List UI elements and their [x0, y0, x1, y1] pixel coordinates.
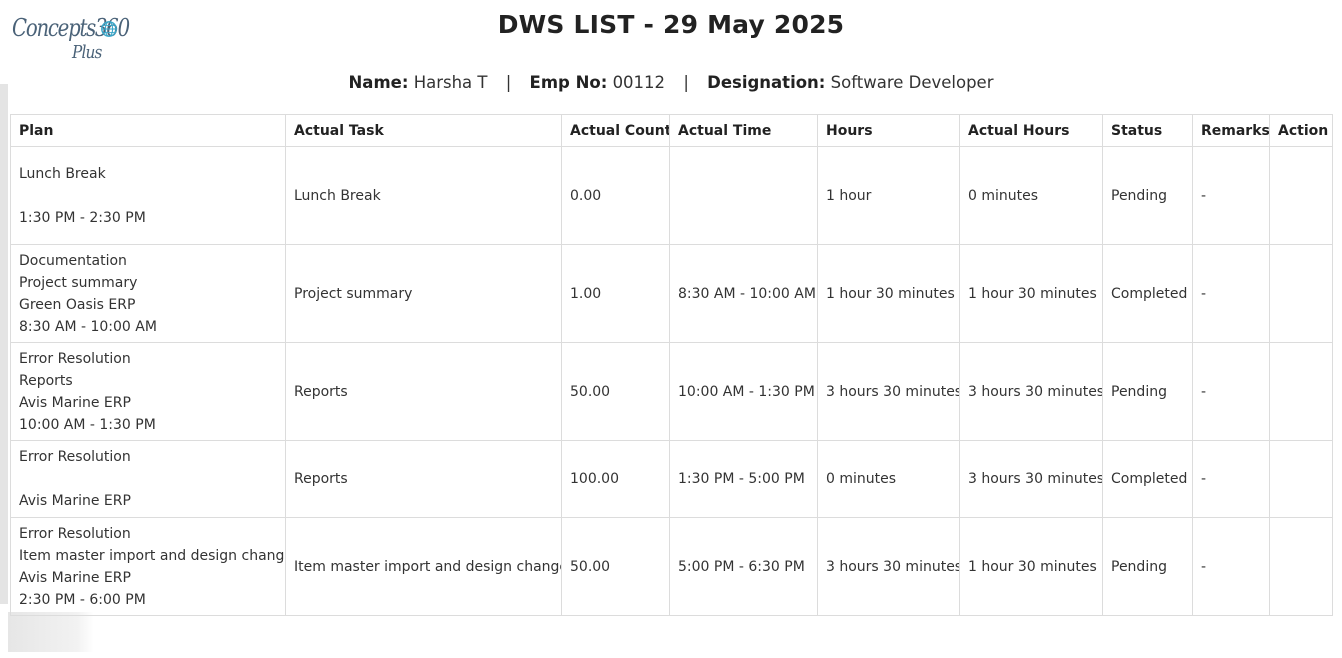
remarks-cell: - [1192, 440, 1270, 518]
status-cell: Pending [1102, 342, 1193, 441]
actual-hours-cell: 1 hour 30 minutes [959, 517, 1103, 616]
table-row: Lunch Break 1:30 PM - 2:30 PM Lunch Brea… [10, 146, 1333, 245]
plan-cell: Error Resolution Avis Marine ERP [10, 440, 286, 518]
plan-line: Error Resolution [19, 350, 131, 367]
plan-line [19, 468, 277, 490]
action-cell [1269, 517, 1333, 616]
employee-designation: Software Developer [830, 73, 994, 92]
column-header-status: Status [1102, 114, 1193, 147]
plan-cell: Lunch Break 1:30 PM - 2:30 PM [10, 146, 286, 245]
dws-report-page: Concepts360 Plus DWS LIST - 29 May 2025 … [0, 0, 1342, 658]
designation-label: Designation: [707, 73, 826, 92]
table-row: Error Resolution Reports Avis Marine ERP… [10, 342, 1333, 441]
plan-line: Lunch Break [19, 165, 106, 182]
employee-name: Harsha T [413, 73, 488, 92]
actual-task-cell: Project summary [285, 244, 562, 343]
actual-hours-cell: 0 minutes [959, 146, 1103, 245]
action-cell [1269, 440, 1333, 518]
employee-info: Name: Harsha T | Emp No: 00112 | Designa… [0, 73, 1342, 92]
hours-cell: 3 hours 30 minutes [817, 517, 960, 616]
plan-cell: Documentation Project summary Green Oasi… [10, 244, 286, 343]
actual-hours-cell: 1 hour 30 minutes [959, 244, 1103, 343]
status-cell: Completed [1102, 440, 1193, 518]
plan-line: Error Resolution [19, 449, 131, 465]
actual-count-cell: 50.00 [561, 517, 670, 616]
column-header-actual-task: Actual Task [285, 114, 562, 147]
separator: | [683, 73, 689, 92]
remarks-cell: - [1192, 244, 1270, 343]
actual-count-cell: 0.00 [561, 146, 670, 245]
separator: | [505, 73, 512, 92]
actual-time-cell [669, 146, 818, 245]
name-label: Name: [348, 73, 409, 92]
plan-line: 2:30 PM - 6:00 PM [19, 591, 146, 608]
plan-line: 8:30 AM - 10:00 AM [19, 318, 157, 335]
column-header-actual-hours: Actual Hours [959, 114, 1103, 147]
plan-line: Item master import and design changes [19, 547, 286, 564]
logo-plus-text: Plus [72, 42, 102, 63]
plan-line: 1:30 PM - 2:30 PM [19, 209, 146, 226]
plan-cell: Error Resolution Reports Avis Marine ERP… [10, 342, 286, 441]
remarks-cell: - [1192, 146, 1270, 245]
plan-line: 10:00 AM - 1:30 PM [19, 416, 156, 433]
column-header-remarks: Remarks [1192, 114, 1270, 147]
remarks-cell: - [1192, 342, 1270, 441]
actual-task-cell: Lunch Break [285, 146, 562, 245]
table-row: Error Resolution Avis Marine ERP Reports… [10, 440, 1333, 518]
table-header-row: Plan Actual Task Actual Count Actual Tim… [10, 114, 1333, 147]
actual-count-cell: 1.00 [561, 244, 670, 343]
actual-time-cell: 10:00 AM - 1:30 PM [669, 342, 818, 441]
column-header-actual-time: Actual Time [669, 114, 818, 147]
actual-hours-cell: 3 hours 30 minutes [959, 342, 1103, 441]
plan-line: Green Oasis ERP [19, 296, 136, 313]
plan-line: Avis Marine ERP [19, 569, 131, 586]
plan-line: Project summary [19, 274, 138, 291]
remarks-cell: - [1192, 517, 1270, 616]
actual-task-cell: Reports [285, 342, 562, 441]
employee-number: 00112 [612, 73, 666, 92]
action-cell [1269, 342, 1333, 441]
actual-count-cell: 100.00 [561, 440, 670, 518]
column-header-actual-count: Actual Count [561, 114, 670, 147]
status-cell: Pending [1102, 517, 1193, 616]
hours-cell: 1 hour [817, 146, 960, 245]
table-row: Documentation Project summary Green Oasi… [10, 244, 1333, 343]
plan-line [19, 185, 277, 207]
bottom-edge-shade [8, 612, 94, 652]
plan-line: Avis Marine ERP [19, 493, 131, 509]
action-cell [1269, 244, 1333, 343]
actual-task-cell: Reports [285, 440, 562, 518]
actual-time-cell: 8:30 AM - 10:00 AM [669, 244, 818, 343]
hours-cell: 0 minutes [817, 440, 960, 518]
column-header-action: Action [1269, 114, 1333, 147]
plan-cell: Error Resolution Item master import and … [10, 517, 286, 616]
column-header-hours: Hours [817, 114, 960, 147]
left-edge-shade [0, 84, 8, 604]
actual-time-cell: 1:30 PM - 5:00 PM [669, 440, 818, 518]
hours-cell: 1 hour 30 minutes [817, 244, 960, 343]
column-header-plan: Plan [10, 114, 286, 147]
actual-task-cell: Item master import and design changes [285, 517, 562, 616]
hours-cell: 3 hours 30 minutes [817, 342, 960, 441]
plan-line: Error Resolution [19, 525, 131, 542]
actual-count-cell: 50.00 [561, 342, 670, 441]
page-title: DWS LIST - 29 May 2025 [497, 10, 845, 39]
table-row: Error Resolution Item master import and … [10, 517, 1333, 616]
actual-hours-cell: 3 hours 30 minutes [959, 440, 1103, 518]
emp-no-label: Emp No: [529, 73, 608, 92]
plan-line: Documentation [19, 252, 127, 269]
dws-table: Plan Actual Task Actual Count Actual Tim… [10, 114, 1333, 616]
plan-line: Avis Marine ERP [19, 394, 131, 411]
status-cell: Pending [1102, 146, 1193, 245]
actual-time-cell: 5:00 PM - 6:30 PM [669, 517, 818, 616]
status-cell: Completed [1102, 244, 1193, 343]
plan-line: Reports [19, 372, 73, 389]
action-cell [1269, 146, 1333, 245]
